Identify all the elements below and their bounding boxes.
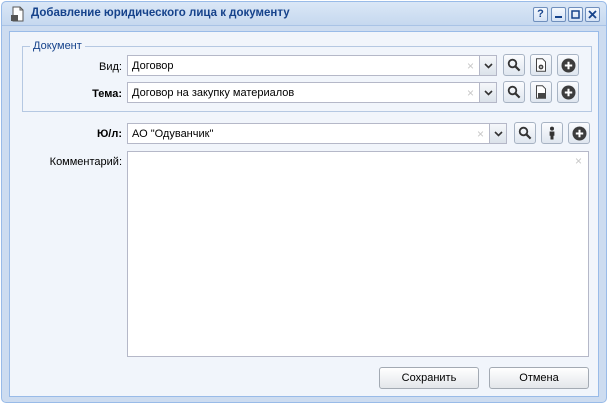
title-bar[interactable]: Добавление юридического лица к документу…: [2, 2, 606, 26]
save-button[interactable]: Сохранить: [379, 367, 479, 389]
search-icon: [518, 126, 532, 140]
type-add-button[interactable]: [557, 54, 579, 76]
add-circle-icon: [572, 126, 586, 140]
legal-entity-search-button[interactable]: [514, 122, 536, 144]
cancel-button[interactable]: Отмена: [489, 367, 589, 389]
close-button[interactable]: [585, 7, 600, 22]
add-circle-icon: [561, 58, 575, 72]
chevron-down-icon: [483, 89, 493, 96]
dialog-window: Добавление юридического лица к документу…: [1, 1, 607, 403]
chevron-down-icon: [483, 62, 493, 69]
legal-entity-combo[interactable]: АО "Одуванчик" ×: [127, 123, 507, 144]
comment-textarea[interactable]: ×: [127, 151, 589, 357]
legal-entity-clear-icon[interactable]: ×: [477, 127, 484, 141]
document-folder-icon: [536, 85, 546, 99]
minimize-button[interactable]: [551, 7, 566, 22]
subject-add-button[interactable]: [557, 81, 579, 103]
type-combo[interactable]: Договор ×: [127, 55, 497, 76]
minimize-icon: [555, 16, 562, 18]
window-title: Добавление юридического лица к документу: [31, 7, 290, 19]
search-icon: [507, 58, 521, 72]
subject-search-button[interactable]: [503, 81, 525, 103]
document-legend: Документ: [33, 40, 82, 52]
document-add-icon: [10, 6, 26, 22]
person-icon: [549, 126, 555, 140]
document-settings-icon: [536, 58, 546, 72]
help-button[interactable]: ?: [533, 7, 548, 22]
type-value: Договор: [132, 60, 174, 72]
legal-entity-value: АО "Одуванчик": [132, 128, 214, 140]
subject-dropdown-trigger[interactable]: [479, 83, 496, 102]
comment-clear-icon[interactable]: ×: [575, 154, 582, 168]
subject-clear-icon[interactable]: ×: [467, 86, 474, 100]
maximize-icon: [571, 10, 580, 19]
help-icon: ?: [537, 8, 544, 20]
maximize-button[interactable]: [568, 7, 583, 22]
search-icon: [507, 85, 521, 99]
subject-value: Договор на закупку материалов: [132, 87, 295, 99]
add-circle-icon: [561, 85, 575, 99]
close-icon: [588, 10, 597, 19]
chevron-down-icon: [493, 130, 503, 137]
form-panel: Документ Вид: Договор × Тема: Договор на…: [9, 31, 599, 397]
subject-label: Тема:: [92, 88, 122, 100]
subject-combo[interactable]: Договор на закупку материалов ×: [127, 82, 497, 103]
subject-card-button[interactable]: [530, 81, 552, 103]
type-clear-icon[interactable]: ×: [467, 59, 474, 73]
type-card-button[interactable]: [530, 54, 552, 76]
legal-entity-dropdown-trigger[interactable]: [489, 124, 506, 143]
legal-entity-label: Ю/л:: [96, 128, 122, 140]
comment-label: Комментарий:: [49, 156, 122, 168]
type-dropdown-trigger[interactable]: [479, 56, 496, 75]
type-search-button[interactable]: [503, 54, 525, 76]
legal-entity-add-button[interactable]: [568, 122, 590, 144]
legal-entity-card-button[interactable]: [541, 122, 563, 144]
type-label: Вид:: [99, 61, 122, 73]
